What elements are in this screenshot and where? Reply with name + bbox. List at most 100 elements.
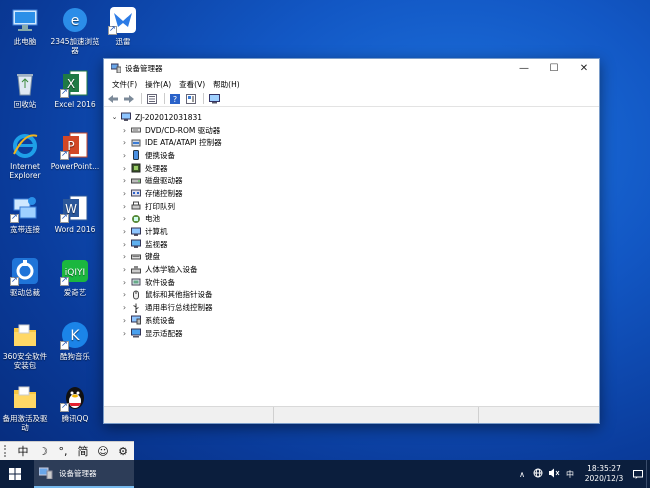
desktop-icon-qq[interactable]: 腾讯QQ — [50, 382, 100, 423]
clock-date: 2020/12/3 — [584, 474, 624, 483]
desktop-icon-kugou[interactable]: K 酷狗音乐 — [50, 320, 100, 361]
system-tray: ∧ 中 18:35:27 2020/12/3 — [514, 460, 650, 488]
desktop-icon-this-pc[interactable]: 此电脑 — [0, 5, 50, 46]
title-bar[interactable]: 设备管理器 — ☐ ✕ — [104, 59, 599, 77]
tree-item-label: 打印队列 — [145, 201, 175, 211]
expand-arrow-icon[interactable]: › — [120, 316, 129, 325]
desktop-icon-recycle-bin[interactable]: 回收站 — [0, 68, 50, 109]
portable-device-icon — [133, 150, 139, 161]
tree-item-computer[interactable]: › 计算机 — [110, 225, 599, 238]
desktop-icon-xunlei[interactable]: 迅雷 — [98, 5, 148, 46]
menu-help[interactable]: 帮助(H) — [209, 79, 244, 90]
expand-arrow-icon[interactable]: › — [120, 329, 129, 338]
device-manager-window[interactable]: 设备管理器 — ☐ ✕ 文件(F) 操作(A) 查看(V) 帮助(H) ? ⌄ … — [103, 58, 600, 424]
qq-icon — [60, 382, 90, 412]
expand-arrow-icon[interactable]: › — [120, 176, 129, 185]
tree-item-hid[interactable]: › 人体学输入设备 — [110, 263, 599, 276]
tree-item-label: 人体学输入设备 — [145, 265, 198, 275]
properties-grid-icon[interactable] — [145, 92, 159, 105]
desktop-icon-360-folder[interactable]: 360安全软件安装包 — [0, 320, 50, 370]
desktop-icon-word[interactable]: W Word 2016 — [50, 193, 100, 234]
tree-item-system[interactable]: › 系统设备 — [110, 314, 599, 327]
notification-icon[interactable] — [630, 469, 646, 479]
tree-item-processor[interactable]: › 处理器 — [110, 162, 599, 175]
close-button[interactable]: ✕ — [569, 59, 599, 77]
folder-icon — [10, 320, 40, 350]
status-pane — [104, 407, 274, 423]
collapse-arrow-icon[interactable]: ⌄ — [110, 113, 119, 121]
tree-item-usb[interactable]: › 通用串行总线控制器 — [110, 301, 599, 314]
tree-item-print-queue[interactable]: › 打印队列 — [110, 200, 599, 213]
desktop-icon-broadband[interactable]: 宽带连接 — [0, 193, 50, 234]
system-device-icon — [131, 315, 141, 325]
expand-arrow-icon[interactable]: › — [120, 240, 129, 249]
desktop-icon-iqiyi[interactable]: iQIYI 爱奇艺 — [50, 256, 100, 297]
tree-item-label: 处理器 — [145, 163, 168, 173]
expand-arrow-icon[interactable]: › — [120, 303, 129, 312]
menu-view[interactable]: 查看(V) — [175, 79, 209, 90]
expand-arrow-icon[interactable]: › — [120, 138, 129, 147]
tree-item-portable[interactable]: › 便携设备 — [110, 149, 599, 162]
desktop-icon-excel[interactable]: X Excel 2016 — [50, 68, 100, 109]
expand-arrow-icon[interactable]: › — [120, 214, 129, 223]
expand-arrow-icon[interactable]: › — [120, 227, 129, 236]
punctuation-mode[interactable]: °, — [53, 445, 73, 458]
half-width-moon-icon[interactable]: ☽ — [33, 445, 53, 458]
menu-file[interactable]: 文件(F) — [108, 79, 141, 90]
desktop-icon-driver-president[interactable]: 驱动总裁 — [0, 256, 50, 297]
expand-arrow-icon[interactable]: › — [120, 151, 129, 160]
expand-arrow-icon[interactable]: › — [120, 265, 129, 274]
tree-item-keyboard[interactable]: › 键盘 — [110, 251, 599, 264]
tree-item-label: 通用串行总线控制器 — [145, 303, 213, 313]
maximize-button[interactable]: ☐ — [539, 59, 569, 77]
tree-item-mouse[interactable]: › 鼠标和其他指针设备 — [110, 289, 599, 302]
simplified-mode[interactable]: 简 — [73, 443, 93, 459]
desktop-icon-label: 回收站 — [13, 100, 37, 109]
help-icon[interactable]: ? — [168, 92, 182, 105]
tray-chevron-icon[interactable]: ∧ — [516, 470, 528, 479]
tree-item-label: 键盘 — [145, 252, 160, 262]
tree-item-display-adapter[interactable]: › 显示适配器 — [110, 327, 599, 340]
kugou-icon: K — [60, 320, 90, 350]
tree-item-label: 便携设备 — [145, 150, 175, 160]
expand-arrow-icon[interactable]: › — [120, 278, 129, 287]
forward-arrow-icon[interactable] — [122, 92, 136, 105]
expand-arrow-icon[interactable]: › — [120, 126, 129, 135]
ime-chinese-mode[interactable]: 中 — [13, 443, 33, 459]
tree-item-dvd[interactable]: › DVD/CD-ROM 驱动器 — [110, 124, 599, 137]
settings-gear-icon[interactable]: ⚙ — [113, 445, 133, 458]
expand-arrow-icon[interactable]: › — [120, 189, 129, 198]
start-button[interactable] — [0, 460, 30, 488]
tree-item-battery[interactable]: › 电池 — [110, 213, 599, 226]
tree-item-disk[interactable]: › 磁盘驱动器 — [110, 174, 599, 187]
tree-item-monitor[interactable]: › 监视器 — [110, 238, 599, 251]
back-arrow-icon[interactable] — [106, 92, 120, 105]
taskbar-item-device-manager[interactable]: 设备管理器 — [34, 460, 134, 488]
desktop-icon-powerpoint[interactable]: P PowerPoint... — [50, 130, 100, 171]
ime-indicator[interactable]: 中 — [564, 469, 576, 480]
scan-hardware-icon[interactable] — [207, 92, 221, 105]
action-grid-icon[interactable] — [184, 92, 198, 105]
desktop-icon-internet-explorer[interactable]: Internet Explorer — [0, 130, 50, 180]
show-desktop-button[interactable] — [646, 460, 650, 488]
network-globe-icon[interactable] — [532, 468, 544, 480]
menu-action[interactable]: 操作(A) — [141, 79, 175, 90]
volume-muted-icon[interactable] — [548, 468, 560, 480]
expand-arrow-icon[interactable]: › — [120, 164, 129, 173]
tree-item-software[interactable]: › 软件设备 — [110, 276, 599, 289]
clock[interactable]: 18:35:27 2020/12/3 — [578, 464, 630, 484]
status-pane — [274, 407, 479, 423]
desktop-icon-backup-folder[interactable]: 备用激活及驱动 — [0, 382, 50, 432]
minimize-button[interactable]: — — [509, 59, 539, 77]
tree-item-ide[interactable]: › IDE ATA/ATAPI 控制器 — [110, 136, 599, 149]
desktop-icon-2345-browser[interactable]: e 2345加速浏览器 — [50, 5, 100, 55]
excel-icon: X — [60, 68, 90, 98]
expand-arrow-icon[interactable]: › — [120, 202, 129, 211]
emoji-icon[interactable]: ☺ — [93, 445, 113, 458]
tree-root[interactable]: ⌄ ZJ-202012031831 — [110, 111, 599, 124]
tree-item-storage[interactable]: › 存储控制器 — [110, 187, 599, 200]
expand-arrow-icon[interactable]: › — [120, 252, 129, 261]
expand-arrow-icon[interactable]: › — [120, 290, 129, 299]
drag-handle[interactable] — [4, 445, 10, 457]
desktop-icon-label: 2345加速浏览器 — [50, 37, 100, 55]
